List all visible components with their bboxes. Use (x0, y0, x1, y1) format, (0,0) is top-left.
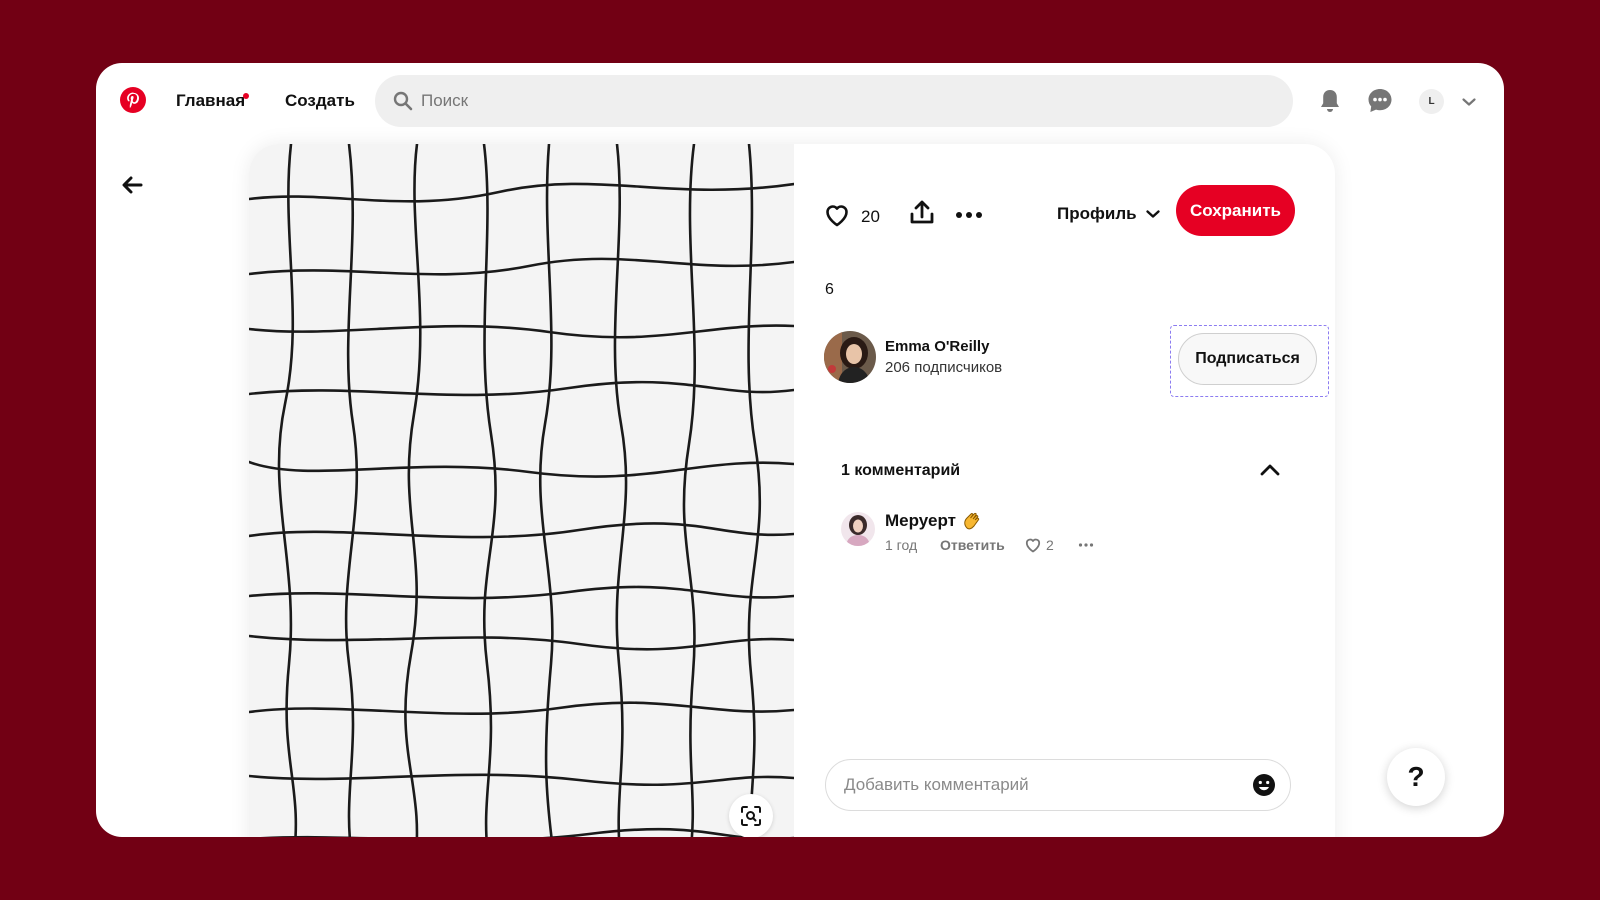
more-options-icon[interactable] (955, 202, 983, 228)
back-arrow-icon[interactable] (120, 173, 144, 197)
author-name[interactable]: Emma O'Reilly (885, 338, 989, 355)
author-photo (824, 331, 876, 383)
pin-image[interactable] (249, 144, 794, 837)
bell-icon[interactable] (1316, 87, 1344, 115)
author-avatar[interactable] (824, 331, 876, 383)
board-select[interactable]: Профиль (1057, 204, 1161, 224)
notification-dot (243, 93, 249, 99)
comment-author[interactable]: Меруерт (885, 511, 956, 531)
pin-description: 6 (825, 281, 834, 298)
lens-search-icon (741, 806, 761, 826)
account-avatar[interactable]: L (1419, 89, 1444, 114)
follow-button[interactable]: Подписаться (1178, 333, 1317, 385)
top-nav: Главная Создать L (96, 63, 1504, 139)
commenter-photo (841, 512, 875, 546)
comment-composer[interactable] (825, 759, 1291, 811)
chevron-down-icon (1145, 210, 1160, 218)
help-button[interactable]: ? (1387, 748, 1445, 806)
search-input[interactable] (421, 91, 1293, 111)
pin-closeup: 20 Профиль Сохранить 6 Emma O'Reilly 206… (249, 144, 1335, 837)
author-followers: 206 подписчиков (885, 359, 1003, 376)
comment-like-count: 2 (1046, 537, 1054, 553)
reply-button[interactable]: Ответить (940, 537, 1005, 553)
chat-icon[interactable] (1366, 87, 1394, 115)
lens-search-button[interactable] (729, 794, 773, 837)
chevron-up-icon[interactable] (1259, 459, 1281, 481)
comment-timestamp: 1 год (885, 537, 918, 553)
save-button[interactable]: Сохранить (1176, 185, 1295, 236)
nav-home-link[interactable]: Главная (176, 91, 245, 111)
comment-more-icon[interactable] (1077, 536, 1095, 554)
heart-icon[interactable] (1024, 536, 1042, 554)
comment-avatar[interactable] (841, 512, 875, 546)
browser-window: Главная Создать L (96, 63, 1504, 837)
like-count: 20 (861, 207, 880, 226)
wavy-grid-artwork (249, 144, 794, 837)
chevron-down-icon[interactable] (1461, 94, 1477, 110)
nav-create-link[interactable]: Создать (285, 91, 355, 111)
comment-input[interactable] (844, 775, 1252, 795)
comments-heading: 1 комментарий (841, 462, 961, 479)
pinterest-logo-icon[interactable] (120, 87, 146, 113)
emoji-picker-icon[interactable] (1252, 773, 1276, 797)
search-icon (393, 91, 413, 111)
board-select-label: Профиль (1057, 204, 1137, 223)
share-icon[interactable] (909, 199, 935, 227)
heart-icon[interactable] (823, 201, 851, 229)
search-bar[interactable] (375, 75, 1293, 127)
clapping-hands-emoji (964, 512, 980, 530)
